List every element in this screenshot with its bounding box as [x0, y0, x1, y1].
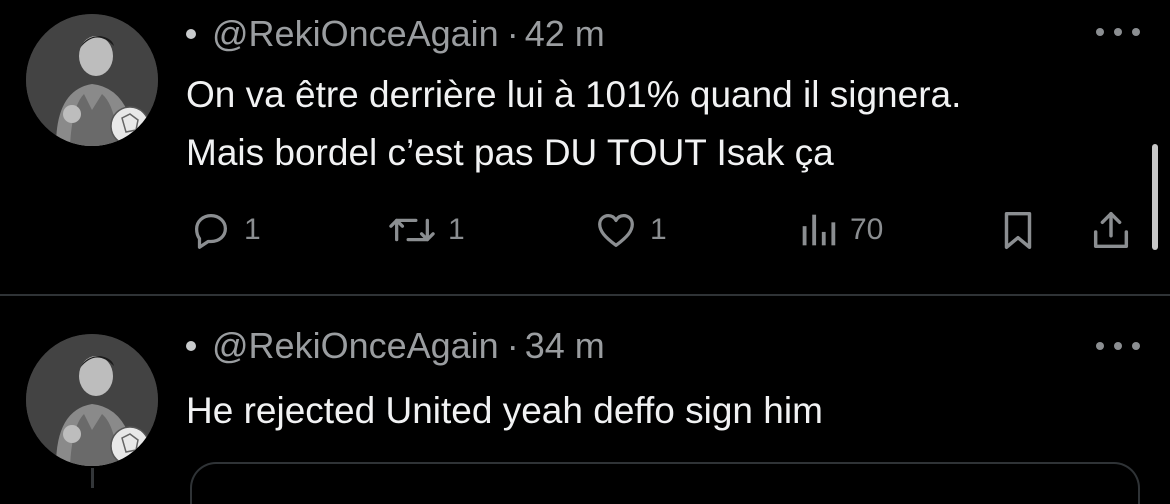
bullet-icon — [186, 341, 196, 351]
avatar[interactable] — [26, 334, 158, 466]
share-icon — [1093, 211, 1129, 249]
thread-line — [91, 468, 94, 488]
bullet-icon — [186, 29, 196, 39]
like-button[interactable]: 1 — [592, 200, 667, 260]
views-count: 70 — [850, 213, 884, 246]
retweet-count: 1 — [448, 213, 465, 246]
timestamp[interactable]: 42 m — [525, 13, 605, 55]
author-handle[interactable]: @RekiOnceAgain — [212, 13, 499, 55]
tweet-text: He rejected United yeah deffo sign him — [186, 390, 823, 431]
views-button[interactable]: 70 — [796, 200, 883, 260]
tweet-actions: 1 1 1 70 — [0, 200, 1170, 260]
reply-button[interactable]: 1 — [188, 200, 261, 260]
tweet-text: On va être derrière lui à 101% quand il … — [186, 74, 962, 173]
tweet-1[interactable]: @RekiOnceAgain · 42 m On va être derrièr… — [0, 0, 1170, 295]
reply-count: 1 — [244, 213, 261, 246]
avatar[interactable] — [26, 14, 158, 146]
tweet-header: @RekiOnceAgain · 42 m — [186, 13, 605, 55]
retweet-icon — [389, 218, 435, 242]
avatar-photo — [26, 334, 158, 466]
tweet-header: @RekiOnceAgain · 34 m — [186, 325, 605, 367]
reply-icon — [194, 213, 228, 249]
scrollbar[interactable] — [1152, 144, 1158, 250]
avatar-photo — [26, 14, 158, 146]
author-handle[interactable]: @RekiOnceAgain — [212, 325, 499, 367]
quoted-tweet-card[interactable] — [190, 462, 1140, 504]
separator: · — [506, 13, 519, 54]
like-count: 1 — [650, 213, 667, 246]
more-dots-icon[interactable] — [1096, 26, 1140, 38]
separator: · — [506, 325, 519, 366]
analytics-icon — [802, 214, 836, 246]
more-dots-icon[interactable] — [1096, 340, 1140, 352]
heart-icon — [598, 213, 634, 247]
share-button[interactable] — [1088, 200, 1134, 260]
retweet-button[interactable]: 1 — [386, 200, 465, 260]
tweet-2[interactable]: @RekiOnceAgain · 34 m He rejected United… — [0, 296, 1170, 504]
bookmark-icon — [1004, 211, 1032, 249]
timestamp[interactable]: 34 m — [525, 325, 605, 367]
bookmark-button[interactable] — [998, 200, 1038, 260]
